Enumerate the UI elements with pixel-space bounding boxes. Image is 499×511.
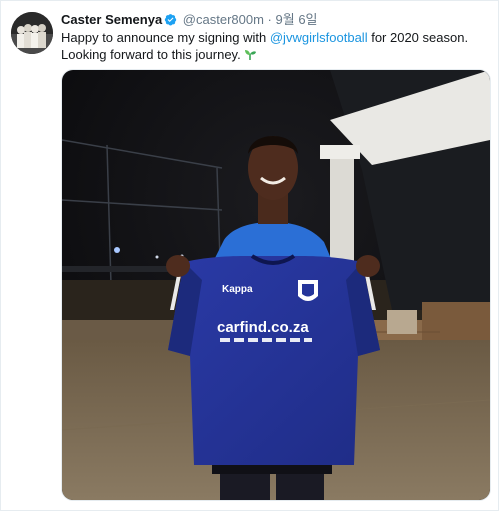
mention-link[interactable]: @jvwgirlsfootball <box>270 30 368 45</box>
verified-badge-icon <box>164 13 177 26</box>
shirt-sponsor: carfind.co.za <box>217 319 309 336</box>
tweet-photo[interactable]: Kappa carfind.co.za <box>61 69 491 501</box>
photo-image: Kappa carfind.co.za <box>62 70 490 500</box>
seedling-emoji-icon <box>243 47 257 61</box>
tweet-date[interactable]: 9월 6일 <box>276 12 318 27</box>
separator-dot: · <box>267 12 272 27</box>
tweet-text: Happy to announce my signing with @jvwgi… <box>61 29 491 63</box>
avatar[interactable] <box>11 12 53 54</box>
tweet-text-start: Happy to announce my signing with <box>61 30 270 45</box>
tweet-header: Caster Semenya @caster800m · 9월 6일 <box>61 12 318 28</box>
avatar-image <box>11 12 53 54</box>
held-jersey: Kappa carfind.co.za <box>168 254 380 465</box>
shirt-brand: Kappa <box>222 284 253 295</box>
tweet-card: Caster Semenya @caster800m · 9월 6일 Happy… <box>0 0 499 511</box>
display-name[interactable]: Caster Semenya <box>61 12 162 27</box>
user-handle[interactable]: @caster800m <box>183 12 264 27</box>
